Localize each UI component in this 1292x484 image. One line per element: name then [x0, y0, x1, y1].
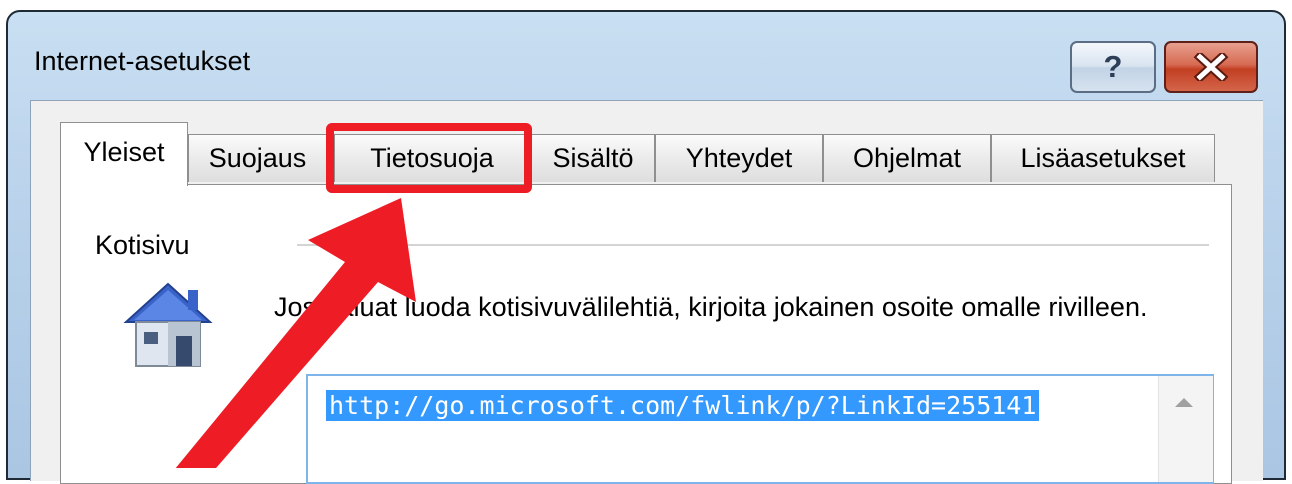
homepage-url-value: http://go.microsoft.com/fwlink/p/?LinkId… [326, 390, 1040, 421]
help-button[interactable]: ? [1070, 41, 1156, 93]
tab-sisalto[interactable]: Sisältö [531, 134, 655, 182]
tab-label: Yleiset [83, 137, 165, 167]
homepage-group-label: Kotisivu [95, 230, 190, 260]
tab-suojaus[interactable]: Suojaus [188, 134, 327, 182]
tab-yleiset[interactable]: Yleiset [60, 122, 188, 186]
close-button[interactable] [1164, 41, 1258, 93]
tab-yhteydet[interactable]: Yhteydet [655, 134, 823, 182]
tab-ohjelmat[interactable]: Ohjelmat [823, 134, 991, 182]
tab-highlight-box [326, 123, 532, 193]
group-divider [297, 244, 1209, 246]
close-x-icon [1193, 53, 1229, 81]
tab-lisaasetukset[interactable]: Lisäasetukset [991, 134, 1215, 182]
scroll-up-arrow-icon[interactable] [1175, 398, 1193, 407]
window-title: Internet-asetukset [34, 46, 251, 76]
tab-label: Lisäasetukset [1020, 143, 1186, 173]
homepage-description: Jos haluat luoda kotisivuvälilehtiä, kir… [274, 292, 1148, 322]
textarea-scrollbar[interactable] [1158, 376, 1213, 482]
tab-label: Suojaus [208, 143, 307, 173]
house-icon [123, 282, 213, 367]
question-mark-icon: ? [1103, 49, 1123, 84]
tab-label: Yhteydet [685, 143, 793, 173]
tab-label: Ohjelmat [852, 143, 962, 173]
tab-label: Sisältö [552, 143, 634, 173]
